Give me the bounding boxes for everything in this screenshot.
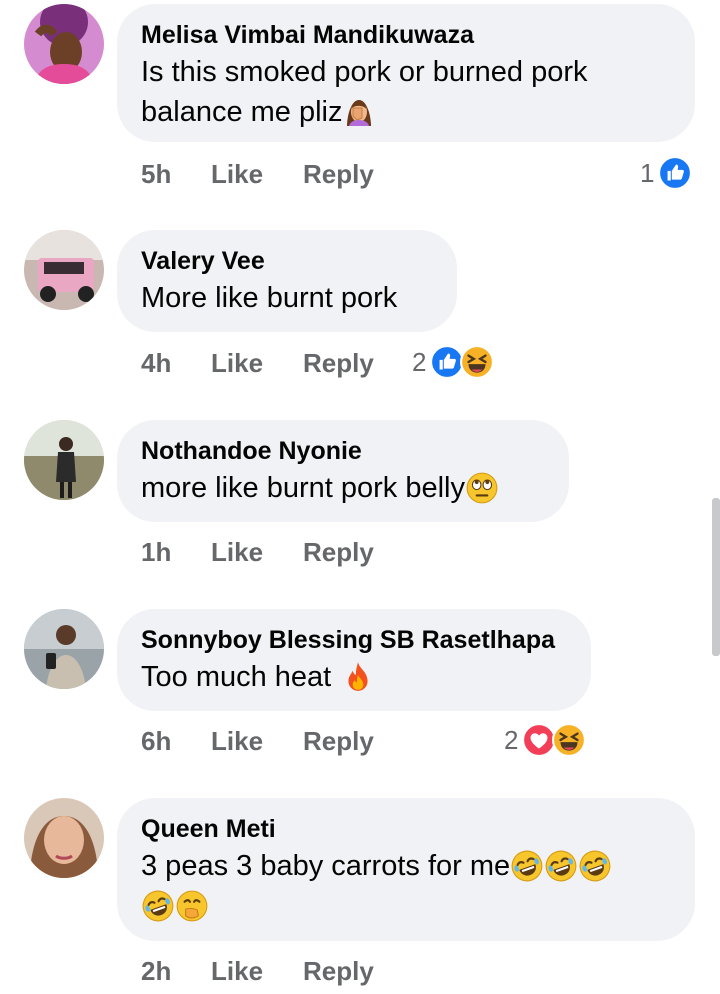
reply-button[interactable]: Reply bbox=[303, 343, 374, 383]
comment-text: 3 peas 3 baby carrots for me bbox=[141, 846, 671, 926]
comment-text-line: balance me pliz bbox=[141, 96, 343, 128]
comment-bubble: Sonnyboy Blessing SB Rasetlhapa Too much… bbox=[117, 609, 591, 711]
like-reaction-icon bbox=[430, 345, 464, 379]
reaction-count: 2 bbox=[412, 346, 427, 377]
avatar[interactable] bbox=[24, 420, 104, 500]
comment-timestamp[interactable]: 2h bbox=[141, 951, 171, 991]
love-reaction-icon bbox=[522, 723, 556, 757]
like-button[interactable]: Like bbox=[211, 951, 263, 991]
rofl-emoji-icon bbox=[544, 849, 578, 883]
comment-timestamp[interactable]: 6h bbox=[141, 721, 171, 761]
reply-button[interactable]: Reply bbox=[303, 721, 374, 761]
avatar[interactable] bbox=[24, 609, 104, 689]
reaction-summary[interactable]: 2 bbox=[412, 345, 494, 379]
comment-text-line: Too much heat bbox=[141, 661, 332, 693]
avatar[interactable] bbox=[24, 4, 104, 84]
comment-author[interactable]: Valery Vee bbox=[141, 244, 433, 278]
like-button[interactable]: Like bbox=[211, 343, 263, 383]
rofl-emoji-icon bbox=[510, 849, 544, 883]
comment-text: Is this smoked pork or burned pork balan… bbox=[141, 52, 671, 132]
like-reaction-icon bbox=[658, 156, 692, 190]
comment-text-line: Is this smoked pork or burned pork bbox=[141, 56, 588, 88]
haha-reaction-icon bbox=[460, 345, 494, 379]
comment-text-line: more like burnt pork belly bbox=[141, 472, 465, 504]
reaction-count: 2 bbox=[504, 724, 519, 755]
comment-bubble: Melisa Vimbai Mandikuwaza Is this smoked… bbox=[117, 4, 695, 142]
comment-author[interactable]: Melisa Vimbai Mandikuwaza bbox=[141, 18, 671, 52]
rofl-emoji-icon bbox=[578, 849, 612, 883]
comment-text-line: 3 peas 3 baby carrots for me bbox=[141, 850, 511, 882]
haha-reaction-icon bbox=[552, 723, 586, 757]
comment-bubble: Nothandoe Nyonie more like burnt pork be… bbox=[117, 420, 569, 522]
comment-timestamp[interactable]: 1h bbox=[141, 532, 171, 572]
reply-button[interactable]: Reply bbox=[303, 532, 374, 572]
comment-author[interactable]: Queen Meti bbox=[141, 812, 671, 846]
reaction-count: 1 bbox=[640, 157, 655, 188]
fire-emoji-icon bbox=[341, 660, 375, 694]
eye-roll-emoji-icon bbox=[465, 471, 499, 505]
facepalm-woman-icon bbox=[343, 96, 375, 128]
reply-button[interactable]: Reply bbox=[303, 154, 374, 194]
like-button[interactable]: Like bbox=[211, 532, 263, 572]
comment-author[interactable]: Nothandoe Nyonie bbox=[141, 434, 545, 468]
like-button[interactable]: Like bbox=[211, 154, 263, 194]
comment-bubble: Valery Vee More like burnt pork bbox=[117, 230, 457, 332]
comment-text: More like burnt pork bbox=[141, 282, 398, 314]
comment-bubble: Queen Meti 3 peas 3 baby carrots for me bbox=[117, 798, 695, 941]
reaction-summary[interactable]: 2 bbox=[504, 723, 586, 757]
avatar[interactable] bbox=[24, 230, 104, 310]
avatar[interactable] bbox=[24, 798, 104, 878]
like-button[interactable]: Like bbox=[211, 721, 263, 761]
comment-timestamp[interactable]: 4h bbox=[141, 343, 171, 383]
comment-text: Too much heat bbox=[141, 657, 567, 697]
scrollbar[interactable] bbox=[712, 498, 720, 656]
comment-timestamp[interactable]: 5h bbox=[141, 154, 171, 194]
reply-button[interactable]: Reply bbox=[303, 951, 374, 991]
comment-text: more like burnt pork belly bbox=[141, 468, 545, 508]
comment-author[interactable]: Sonnyboy Blessing SB Rasetlhapa bbox=[141, 623, 567, 657]
reaction-summary[interactable]: 1 bbox=[640, 156, 692, 190]
rofl-emoji-icon bbox=[141, 889, 175, 923]
hand-over-mouth-emoji-icon bbox=[175, 889, 209, 923]
